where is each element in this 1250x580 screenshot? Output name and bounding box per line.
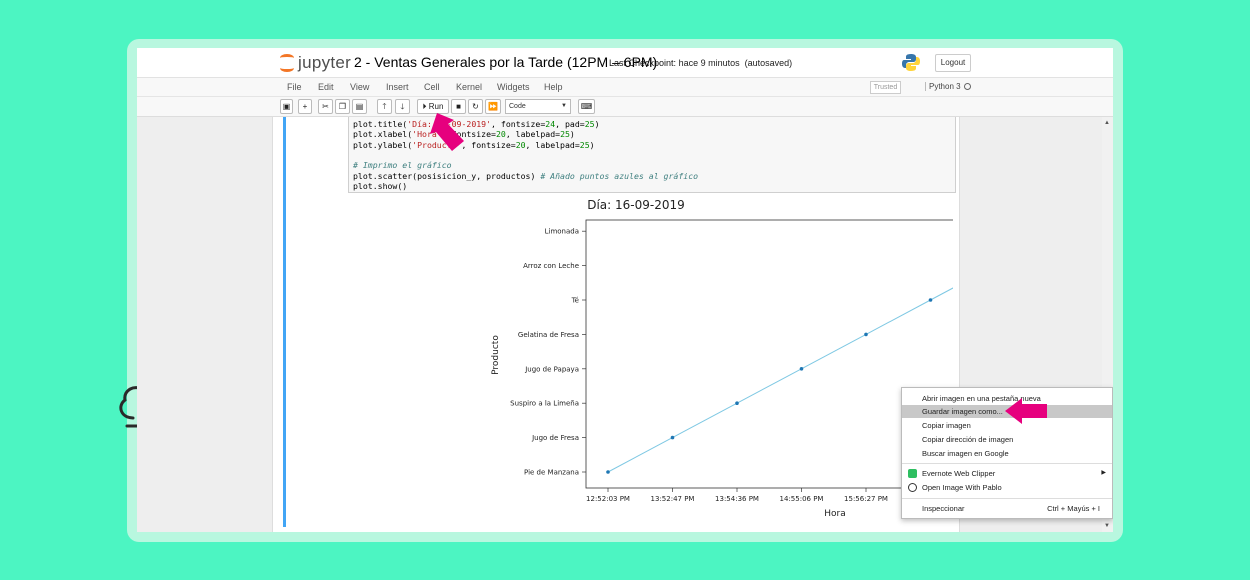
annotation-layer bbox=[430, 113, 1047, 424]
annotation-arrow-run bbox=[430, 113, 464, 151]
annotation-arrow-save bbox=[1005, 398, 1047, 424]
